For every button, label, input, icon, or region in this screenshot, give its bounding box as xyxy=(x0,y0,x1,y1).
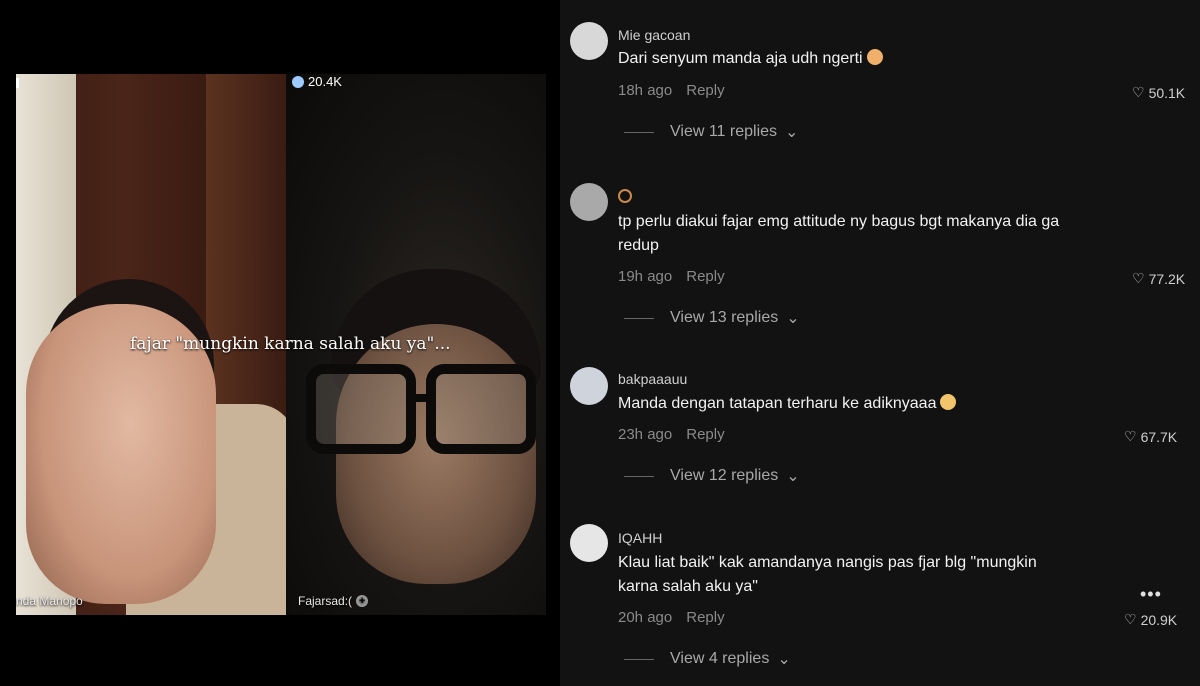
comment-meta: 23h ago Reply xyxy=(618,426,725,443)
viewer-icon xyxy=(292,75,304,88)
divider-line xyxy=(624,475,654,477)
comment-text: tp perlu diakui fajar emg attitude ny ba… xyxy=(618,213,1060,254)
view-replies-button[interactable]: View 12 replies ⌄ xyxy=(624,466,800,486)
glasses-left-lens xyxy=(306,364,416,454)
more-options-icon[interactable]: ••• xyxy=(1140,584,1162,605)
view-replies-label: View 11 replies xyxy=(670,123,778,140)
avatar[interactable] xyxy=(570,22,608,60)
divider-line xyxy=(624,131,654,133)
comment-time: 18h ago xyxy=(618,82,673,99)
view-replies-label: View 12 replies xyxy=(670,467,779,484)
chevron-down-icon: ⌄ xyxy=(777,651,791,668)
avatar[interactable] xyxy=(570,367,608,405)
divider-line xyxy=(624,317,654,319)
like-button[interactable]: ♡ 77.2K xyxy=(1132,270,1185,287)
avatar[interactable] xyxy=(570,183,608,221)
like-button[interactable]: ♡ 20.9K xyxy=(1124,611,1177,628)
glasses-right-lens xyxy=(426,364,536,454)
crying-emoji-icon xyxy=(866,49,883,65)
pretzel-icon xyxy=(618,189,632,203)
right-person-face xyxy=(336,324,536,584)
reply-button[interactable]: Reply xyxy=(686,82,724,99)
comment-text-content: Dari senyum manda aja udh ngerti xyxy=(618,50,863,67)
comment-meta: 19h ago Reply xyxy=(618,268,725,285)
heart-icon: ♡ xyxy=(1124,428,1137,444)
chevron-down-icon: ⌄ xyxy=(786,468,800,485)
view-replies-button[interactable]: View 13 replies ⌄ xyxy=(624,308,800,328)
divider-line xyxy=(624,658,654,660)
like-count: 67.7K xyxy=(1140,428,1178,445)
like-button[interactable]: ♡ 67.7K xyxy=(1124,428,1177,445)
comments-panel: Mie gacoan Dari senyum manda aja udh nge… xyxy=(560,0,1200,686)
reply-button[interactable]: Reply xyxy=(686,268,724,285)
live-video-panel: 20.4K fajar "mungkin karna salah aku ya"… xyxy=(0,0,560,686)
heart-icon: ♡ xyxy=(1132,270,1145,286)
viewer-count: 20.4K xyxy=(292,74,342,89)
like-count: 50.1K xyxy=(1148,84,1186,101)
comment-text: Manda dengan tatapan terharu ke adiknyaa… xyxy=(618,392,1118,416)
comment-meta: 20h ago Reply xyxy=(618,609,725,626)
left-feed-marker xyxy=(16,78,19,88)
comment-time: 23h ago xyxy=(618,426,673,443)
comment-username[interactable]: Mie gacoan xyxy=(618,27,690,43)
comment-time: 19h ago xyxy=(618,268,673,285)
heart-icon: ♡ xyxy=(1132,84,1145,100)
avatar[interactable] xyxy=(570,524,608,562)
video-caption: fajar "mungkin karna salah aku ya"... xyxy=(130,334,451,354)
reply-button[interactable]: Reply xyxy=(686,426,724,443)
comment-username[interactable]: bakpaaauu xyxy=(618,371,687,387)
comment-text: Klau liat baik" kak amandanya nangis pas… xyxy=(618,554,1037,595)
reply-button[interactable]: Reply xyxy=(686,609,724,626)
comment-text: Dari senyum manda aja udh ngerti xyxy=(618,47,1118,71)
view-replies-button[interactable]: View 11 replies ⌄ xyxy=(624,122,798,142)
right-guest-name-text: Fajarsad:( xyxy=(298,594,353,608)
comment-username[interactable]: IQAHH xyxy=(618,530,662,546)
chevron-down-icon: ⌄ xyxy=(786,310,800,327)
like-count: 20.9K xyxy=(1140,611,1178,628)
left-host-name: nda Manopo xyxy=(16,594,83,608)
like-button[interactable]: ♡ 50.1K xyxy=(1132,84,1185,101)
teary-emoji-icon xyxy=(940,394,957,410)
view-replies-label: View 13 replies xyxy=(670,309,779,326)
add-icon[interactable]: + xyxy=(356,595,369,607)
viewer-count-value: 20.4K xyxy=(308,74,342,89)
view-replies-button[interactable]: View 4 replies ⌄ xyxy=(624,649,791,669)
comment-time: 20h ago xyxy=(618,609,673,626)
right-guest-name: Fajarsad:( + xyxy=(298,594,369,608)
comment-text-content: Manda dengan tatapan terharu ke adiknyaa… xyxy=(618,395,937,412)
comment-meta: 18h ago Reply xyxy=(618,82,725,99)
heart-icon: ♡ xyxy=(1124,611,1137,627)
like-count: 77.2K xyxy=(1148,270,1186,287)
view-replies-label: View 4 replies xyxy=(670,650,770,667)
chevron-down-icon: ⌄ xyxy=(785,124,799,141)
